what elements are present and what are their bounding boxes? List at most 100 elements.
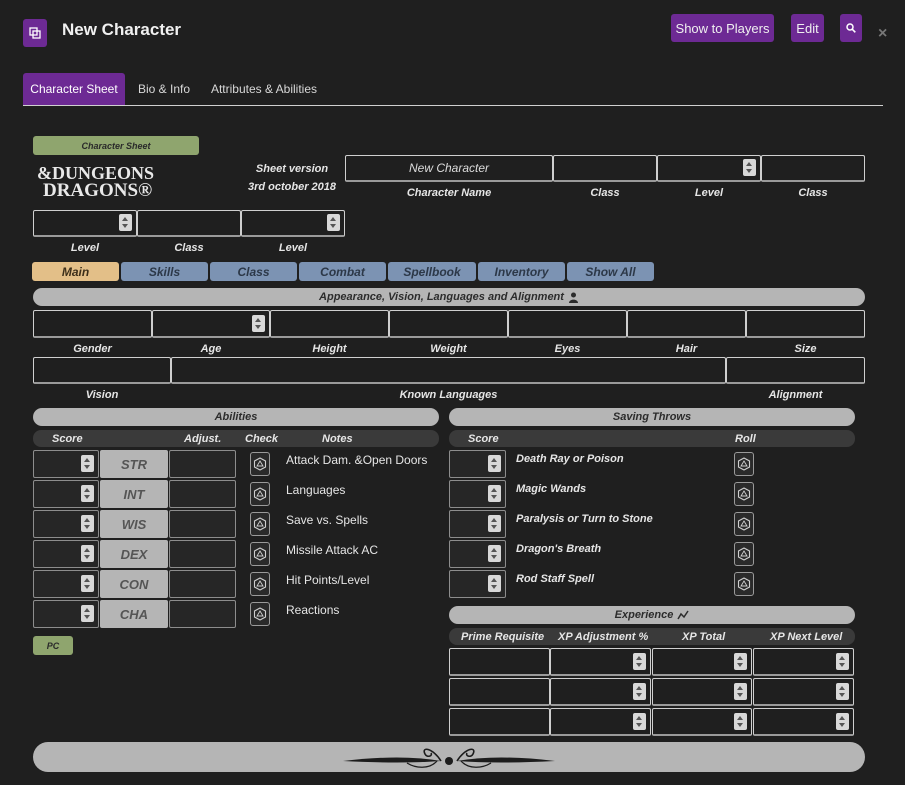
vision-input[interactable] (33, 357, 171, 384)
xp-adjustment-stepper[interactable] (633, 682, 646, 700)
tab-character-sheet[interactable]: Character Sheet (23, 73, 125, 105)
cha-score-input[interactable] (33, 600, 99, 628)
search-button[interactable] (840, 14, 862, 42)
wis-score-stepper[interactable] (81, 515, 94, 532)
save-score-input[interactable] (449, 480, 506, 508)
save-score-stepper[interactable] (488, 515, 501, 532)
xp-total-stepper[interactable] (734, 652, 747, 670)
con-adjust-input[interactable] (169, 570, 236, 598)
save-score-stepper[interactable] (488, 485, 501, 502)
xp-next-level-input[interactable] (753, 648, 854, 676)
languages-input[interactable] (171, 357, 726, 384)
age-input[interactable] (152, 310, 270, 338)
dex-adjust-input[interactable] (169, 540, 236, 568)
class1-input[interactable] (553, 155, 657, 182)
height-input[interactable] (270, 310, 389, 338)
character-sheet-pill[interactable]: Character Sheet (33, 136, 199, 155)
xp-next-level-stepper[interactable] (836, 682, 849, 700)
save-roll-dice-icon[interactable] (734, 542, 754, 566)
level3-stepper[interactable] (327, 214, 340, 231)
cha-score-stepper[interactable] (81, 605, 94, 622)
nav-combat[interactable]: Combat (299, 262, 386, 281)
close-icon[interactable]: × (878, 25, 887, 43)
int-adjust-input[interactable] (169, 480, 236, 508)
character-name-input[interactable]: New Character (345, 155, 553, 182)
save-roll-dice-icon[interactable] (734, 482, 754, 506)
appearance-header[interactable]: Appearance, Vision, Languages and Alignm… (33, 288, 865, 306)
xp-total-input[interactable] (652, 648, 752, 676)
eyes-input[interactable] (508, 310, 627, 338)
nav-class[interactable]: Class (210, 262, 297, 281)
dex-check-dice-icon[interactable] (250, 542, 270, 566)
alignment-input[interactable] (726, 357, 865, 384)
wis-check-dice-icon[interactable] (250, 512, 270, 536)
tab-bio-info[interactable]: Bio & Info (133, 73, 195, 105)
experience-header[interactable]: Experience (449, 606, 855, 624)
save-score-stepper[interactable] (488, 545, 501, 562)
saving-throws-header[interactable]: Saving Throws (449, 408, 855, 426)
level1-stepper[interactable] (743, 159, 756, 176)
wis-score-input[interactable] (33, 510, 99, 538)
xp-next-level-stepper[interactable] (836, 712, 849, 730)
nav-spellbook[interactable]: Spellbook (388, 262, 476, 281)
hair-input[interactable] (627, 310, 746, 338)
xp-adjustment-input[interactable] (550, 678, 651, 706)
level3-input[interactable] (241, 210, 345, 237)
str-check-dice-icon[interactable] (250, 452, 270, 476)
nav-show-all[interactable]: Show All (567, 262, 654, 281)
xp-next-level-input[interactable] (753, 708, 854, 736)
size-input[interactable] (746, 310, 865, 338)
xp-total-stepper[interactable] (734, 682, 747, 700)
save-roll-dice-icon[interactable] (734, 572, 754, 596)
save-roll-dice-icon[interactable] (734, 512, 754, 536)
abilities-header[interactable]: Abilities (33, 408, 439, 426)
prime-requisite-input[interactable] (449, 648, 550, 676)
save-roll-dice-icon[interactable] (734, 452, 754, 476)
xp-next-level-stepper[interactable] (836, 652, 849, 670)
nav-skills[interactable]: Skills (121, 262, 208, 281)
con-check-dice-icon[interactable] (250, 572, 270, 596)
popout-icon[interactable] (23, 19, 47, 47)
dex-score-input[interactable] (33, 540, 99, 568)
save-score-stepper[interactable] (488, 455, 501, 472)
prime-requisite-input[interactable] (449, 708, 550, 736)
nav-main[interactable]: Main (32, 262, 119, 281)
cha-adjust-input[interactable] (169, 600, 236, 628)
save-score-input[interactable] (449, 540, 506, 568)
save-score-input[interactable] (449, 570, 506, 598)
level2-stepper[interactable] (119, 214, 132, 231)
int-score-stepper[interactable] (81, 485, 94, 502)
nav-inventory[interactable]: Inventory (478, 262, 565, 281)
save-score-input[interactable] (449, 450, 506, 478)
show-to-players-button[interactable]: Show to Players (671, 14, 774, 42)
level2-input[interactable] (33, 210, 137, 237)
dex-score-stepper[interactable] (81, 545, 94, 562)
xp-adjustment-input[interactable] (550, 708, 651, 736)
tab-attributes-abilities[interactable]: Attributes & Abilities (207, 73, 321, 105)
cha-check-dice-icon[interactable] (250, 602, 270, 626)
xp-adjustment-stepper[interactable] (633, 652, 646, 670)
wis-adjust-input[interactable] (169, 510, 236, 538)
level1-input[interactable] (657, 155, 761, 182)
xp-total-input[interactable] (652, 678, 752, 706)
str-score-stepper[interactable] (81, 455, 94, 472)
class3-input[interactable] (137, 210, 241, 237)
str-adjust-input[interactable] (169, 450, 236, 478)
int-score-input[interactable] (33, 480, 99, 508)
class2-input[interactable] (761, 155, 865, 182)
xp-total-input[interactable] (652, 708, 752, 736)
con-score-stepper[interactable] (81, 575, 94, 592)
str-score-input[interactable] (33, 450, 99, 478)
save-score-input[interactable] (449, 510, 506, 538)
gender-input[interactable] (33, 310, 152, 338)
age-stepper[interactable] (252, 314, 265, 332)
xp-total-stepper[interactable] (734, 712, 747, 730)
pc-pill[interactable]: PC (33, 636, 73, 655)
xp-next-level-input[interactable] (753, 678, 854, 706)
prime-requisite-input[interactable] (449, 678, 550, 706)
weight-input[interactable] (389, 310, 508, 338)
edit-button[interactable]: Edit (791, 14, 824, 42)
xp-adjustment-stepper[interactable] (633, 712, 646, 730)
xp-adjustment-input[interactable] (550, 648, 651, 676)
int-check-dice-icon[interactable] (250, 482, 270, 506)
